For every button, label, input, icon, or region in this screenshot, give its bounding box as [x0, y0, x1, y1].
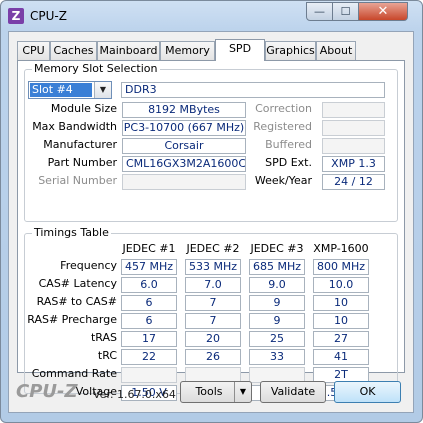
buffered-field	[322, 138, 385, 154]
timings-cell: 26	[185, 349, 241, 365]
manufacturer-label: Manufacturer	[43, 138, 117, 151]
tools-button[interactable]: Tools ▼	[180, 381, 252, 403]
tab-caches[interactable]: Caches	[50, 41, 97, 60]
cpuz-logo: CPU-Z	[16, 381, 78, 402]
tab-about[interactable]: About	[316, 41, 356, 60]
timings-cell: 6	[121, 313, 177, 329]
timings-cell: 6	[121, 295, 177, 311]
timings-row-label: Command Rate	[31, 367, 117, 380]
chevron-down-icon[interactable]: ▼	[94, 82, 111, 98]
memory-slot-selection-legend: Memory Slot Selection	[32, 62, 160, 75]
timings-column-header: JEDEC #3	[250, 242, 304, 255]
timings-cell: 17	[121, 331, 177, 347]
version-label: Ver. 1.67.0.x64	[93, 388, 176, 401]
timings-cell: 22	[121, 349, 177, 365]
buffered-label: Buffered	[265, 138, 312, 151]
timings-row-label: CAS# Latency	[38, 277, 117, 290]
module-size-field: 8192 MBytes	[122, 102, 246, 118]
ok-button[interactable]: OK	[334, 381, 401, 403]
week-year-field: 24 / 12	[322, 174, 385, 190]
maximize-button[interactable]: ☐	[332, 2, 359, 21]
slot-select[interactable]: Slot #4 ▼	[28, 81, 112, 99]
close-button[interactable]: ✕	[358, 2, 408, 21]
spd-ext-field: XMP 1.3	[322, 156, 385, 172]
timings-cell: 25	[249, 331, 305, 347]
registered-label: Registered	[253, 120, 312, 133]
slot-select-value: Slot #4	[30, 83, 92, 97]
timings-row-label: RAS# Precharge	[27, 313, 117, 326]
tab-graphics[interactable]: Graphics	[265, 41, 316, 60]
part-number-label: Part Number	[47, 156, 117, 169]
manufacturer-field: Corsair	[122, 138, 246, 154]
tab-mainboard[interactable]: Mainboard	[97, 41, 160, 60]
timings-cell: 33	[249, 349, 305, 365]
timings-cell: 9	[249, 295, 305, 311]
title-bar[interactable]: Z CPU-Z — ☐ ✕	[1, 1, 422, 31]
timings-row-label: tRAS	[90, 331, 117, 344]
timings-row-label: tRC	[97, 349, 117, 362]
timings-cell: 6.0	[121, 277, 177, 293]
max-bandwidth-label: Max Bandwidth	[32, 120, 117, 133]
tools-button-label: Tools	[195, 385, 223, 398]
timings-cell: 10	[313, 313, 369, 329]
chevron-down-icon[interactable]: ▼	[234, 382, 251, 402]
correction-label: Correction	[255, 102, 312, 115]
serial-number-field	[122, 174, 246, 190]
week-year-label: Week/Year	[254, 174, 312, 187]
timings-column-header: JEDEC #2	[186, 242, 240, 255]
registered-field	[322, 120, 385, 136]
timings-cell: 685 MHz	[249, 259, 305, 275]
spd-ext-label: SPD Ext.	[265, 156, 312, 169]
timings-cell: 10	[313, 295, 369, 311]
client-area: CPU Caches Mainboard Memory SPD Graphics…	[8, 31, 414, 413]
timings-cell: 9.0	[249, 277, 305, 293]
memory-type-field: DDR3	[121, 82, 385, 98]
correction-field	[322, 102, 385, 118]
tab-spd[interactable]: SPD	[215, 39, 265, 61]
timings-table-legend: Timings Table	[32, 226, 111, 239]
timings-row-label: Frequency	[60, 259, 117, 272]
validate-button[interactable]: Validate	[260, 381, 326, 403]
tab-memory[interactable]: Memory	[160, 41, 215, 60]
cpuz-app-icon[interactable]: Z	[8, 8, 24, 24]
timings-cell: 7.0	[185, 277, 241, 293]
minimize-button[interactable]: —	[306, 2, 333, 21]
timings-cell: 9	[249, 313, 305, 329]
serial-number-label: Serial Number	[38, 174, 117, 187]
timings-cell: 20	[185, 331, 241, 347]
timings-cell: 533 MHz	[185, 259, 241, 275]
timings-cell: 7	[185, 295, 241, 311]
part-number-field: CML16GX3M2A1600C10	[122, 156, 246, 172]
timings-cell: 27	[313, 331, 369, 347]
timings-cell: 800 MHz	[313, 259, 369, 275]
timings-cell	[121, 367, 177, 383]
window-title: CPU-Z	[30, 9, 67, 23]
timings-cell: 7	[185, 313, 241, 329]
cpuz-window: Z CPU-Z — ☐ ✕ CPU Caches Mainboard Memor…	[0, 0, 423, 423]
timings-cell: 41	[313, 349, 369, 365]
module-size-label: Module Size	[50, 102, 117, 115]
timings-cell: 457 MHz	[121, 259, 177, 275]
timings-cell: 10.0	[313, 277, 369, 293]
timings-column-header: XMP-1600	[313, 242, 369, 255]
timings-row-label: RAS# to CAS#	[36, 295, 117, 308]
timings-column-header: JEDEC #1	[122, 242, 176, 255]
spd-panel: Memory Slot Selection Slot #4 ▼ DDR3 Mod…	[17, 60, 405, 401]
max-bandwidth-field: PC3-10700 (667 MHz)	[122, 120, 246, 136]
tab-cpu[interactable]: CPU	[17, 41, 50, 60]
